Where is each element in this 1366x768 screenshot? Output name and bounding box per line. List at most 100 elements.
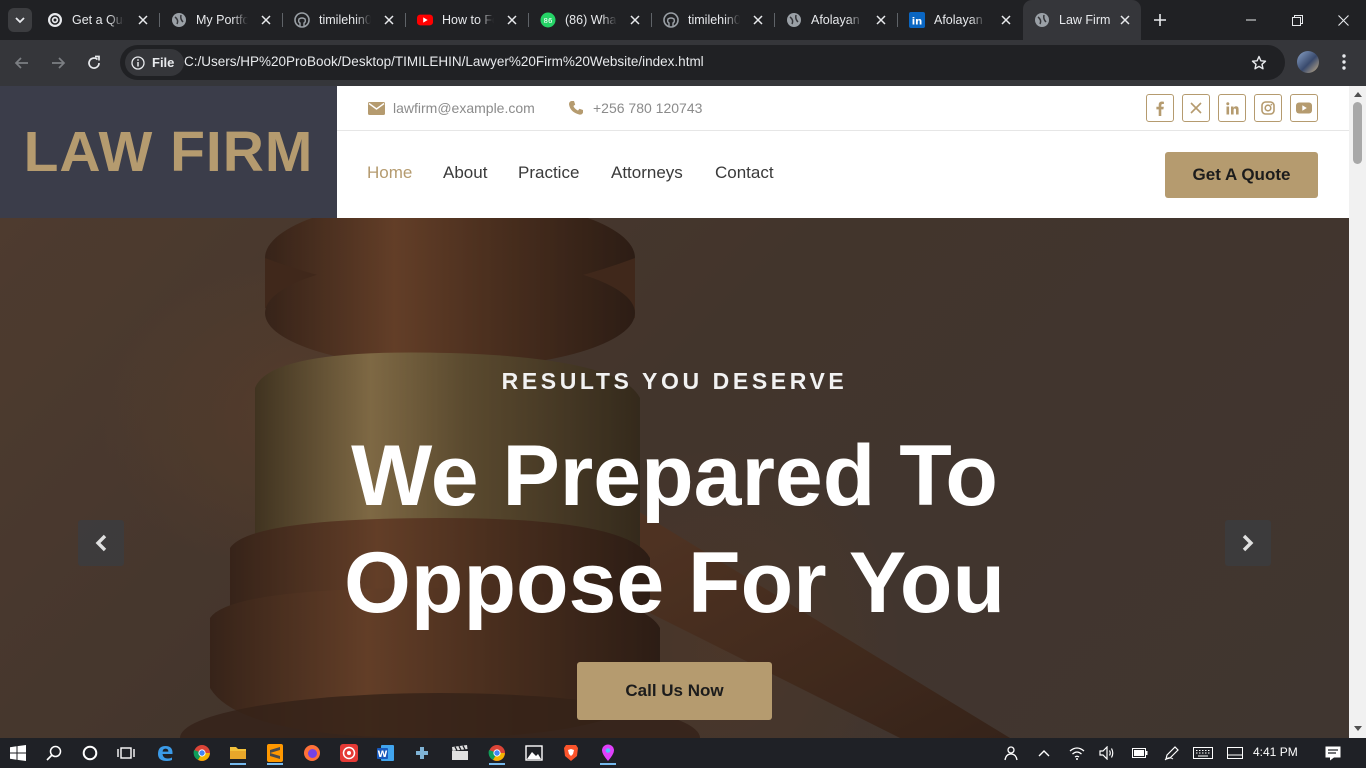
hero-carousel: RESULTS YOU DESERVE We Prepared To Oppos… xyxy=(0,218,1349,738)
action-center-button[interactable] xyxy=(1321,741,1345,765)
browser-tab[interactable]: timilehin0 xyxy=(652,6,774,34)
close-icon xyxy=(1337,14,1349,26)
call-us-button[interactable]: Call Us Now xyxy=(577,662,772,720)
bookmark-button[interactable] xyxy=(1249,53,1269,73)
linkedin-link[interactable] xyxy=(1218,94,1246,122)
photos-app[interactable] xyxy=(522,741,546,765)
snip-app[interactable] xyxy=(411,741,435,765)
running-indicator xyxy=(489,763,505,765)
running-indicator xyxy=(230,763,246,765)
touch-keyboard-button[interactable] xyxy=(1191,741,1215,765)
get-quote-button[interactable]: Get A Quote xyxy=(1165,152,1318,198)
close-icon[interactable] xyxy=(1117,12,1133,28)
forward-button[interactable] xyxy=(47,52,69,74)
browser-tab[interactable]: 86 (86) What xyxy=(529,6,651,34)
youtube-icon xyxy=(1296,102,1312,114)
volume-button[interactable] xyxy=(1095,741,1119,765)
sublime-text-app[interactable] xyxy=(263,741,287,765)
nav-contact[interactable]: Contact xyxy=(715,163,774,183)
facebook-link[interactable] xyxy=(1146,94,1174,122)
nav-practice[interactable]: Practice xyxy=(518,163,579,183)
search-button[interactable] xyxy=(42,741,66,765)
people-button[interactable] xyxy=(998,741,1022,765)
linkedin-icon: in xyxy=(909,12,925,28)
tab-search-button[interactable] xyxy=(8,8,32,32)
close-window-button[interactable] xyxy=(1320,0,1366,40)
chrome-app-active[interactable] xyxy=(485,741,509,765)
word-app[interactable]: W xyxy=(374,741,398,765)
nav-about[interactable]: About xyxy=(443,163,487,183)
nav-home[interactable]: Home xyxy=(367,163,412,183)
wifi-button[interactable] xyxy=(1065,741,1089,765)
word-icon: W xyxy=(377,745,394,761)
youtube-link[interactable] xyxy=(1290,94,1318,122)
scroll-down-arrow[interactable] xyxy=(1353,724,1362,733)
browser-tab-active[interactable]: Law Firm xyxy=(1023,0,1141,40)
running-indicator xyxy=(267,763,283,765)
scroll-up-arrow[interactable] xyxy=(1353,90,1362,99)
browser-menu-button[interactable] xyxy=(1333,51,1355,73)
contact-phone[interactable]: +256 780 120743 xyxy=(567,99,702,117)
brave-app[interactable] xyxy=(559,741,583,765)
page-scrollbar[interactable] xyxy=(1349,86,1366,738)
taskbar-clock[interactable]: 4:41 PM xyxy=(1253,745,1298,759)
close-icon[interactable] xyxy=(258,12,274,28)
carousel-next-button[interactable] xyxy=(1225,520,1271,566)
nav-attorneys[interactable]: Attorneys xyxy=(611,163,683,183)
browser-tab[interactable]: My Portfolio xyxy=(160,6,282,34)
display-button[interactable] xyxy=(1223,741,1247,765)
carousel-prev-button[interactable] xyxy=(78,520,124,566)
new-tab-button[interactable] xyxy=(1150,10,1170,30)
x-link[interactable] xyxy=(1182,94,1210,122)
browser-tab[interactable]: How to Fo xyxy=(406,6,528,34)
file-explorer-app[interactable] xyxy=(226,741,250,765)
edge-app[interactable] xyxy=(153,741,177,765)
cortana-button[interactable] xyxy=(78,741,102,765)
firefox-app[interactable] xyxy=(300,741,324,765)
facebook-icon xyxy=(1156,101,1164,116)
url-text[interactable]: C:/Users/HP%20ProBook/Desktop/TIMILEHIN/… xyxy=(184,54,704,69)
close-icon[interactable] xyxy=(750,12,766,28)
close-icon[interactable] xyxy=(627,12,643,28)
site-info-button[interactable]: File xyxy=(125,49,185,76)
browser-tab[interactable]: in Afolayan xyxy=(898,6,1022,34)
restore-button[interactable] xyxy=(1274,0,1320,40)
github-icon xyxy=(663,12,679,28)
contact-email[interactable]: lawfirm@example.com xyxy=(367,99,535,117)
browser-toolbar: File C:/Users/HP%20ProBook/Desktop/TIMIL… xyxy=(0,40,1366,86)
close-icon[interactable] xyxy=(135,12,151,28)
address-bar[interactable]: File C:/Users/HP%20ProBook/Desktop/TIMIL… xyxy=(120,45,1285,80)
browser-tab[interactable]: Get a Quote xyxy=(36,6,159,34)
instagram-link[interactable] xyxy=(1254,94,1282,122)
profile-avatar[interactable] xyxy=(1297,51,1319,73)
target-app[interactable] xyxy=(337,741,361,765)
battery-button[interactable] xyxy=(1128,741,1152,765)
browser-tab[interactable]: Afolayan xyxy=(775,6,897,34)
map-pin-icon xyxy=(602,744,614,761)
chevron-up-icon xyxy=(1038,750,1050,757)
close-icon[interactable] xyxy=(873,12,889,28)
chevron-right-icon xyxy=(1242,534,1254,552)
maps-app[interactable] xyxy=(596,741,620,765)
contact-topbar: lawfirm@example.com +256 780 120743 xyxy=(337,86,1349,131)
browser-tab[interactable]: timilehin0 xyxy=(283,6,405,34)
reload-button[interactable] xyxy=(83,52,105,74)
close-icon[interactable] xyxy=(998,12,1014,28)
video-editor-app[interactable] xyxy=(448,741,472,765)
monitor-icon xyxy=(1227,747,1243,759)
chevron-left-icon xyxy=(95,534,107,552)
pen-button[interactable] xyxy=(1160,741,1184,765)
scroll-thumb[interactable] xyxy=(1353,102,1362,164)
brand-logo-box[interactable]: LAW FIRM xyxy=(0,86,337,218)
triangle-up-icon xyxy=(1353,92,1362,97)
tray-expand-button[interactable] xyxy=(1032,741,1056,765)
close-icon[interactable] xyxy=(504,12,520,28)
task-view-button[interactable] xyxy=(114,741,138,765)
globe-icon xyxy=(1034,12,1050,28)
start-button[interactable] xyxy=(6,741,30,765)
close-icon[interactable] xyxy=(381,12,397,28)
minimize-button[interactable] xyxy=(1228,0,1274,40)
back-button[interactable] xyxy=(11,52,33,74)
chrome-app[interactable] xyxy=(190,741,214,765)
arrow-left-icon xyxy=(14,57,28,69)
